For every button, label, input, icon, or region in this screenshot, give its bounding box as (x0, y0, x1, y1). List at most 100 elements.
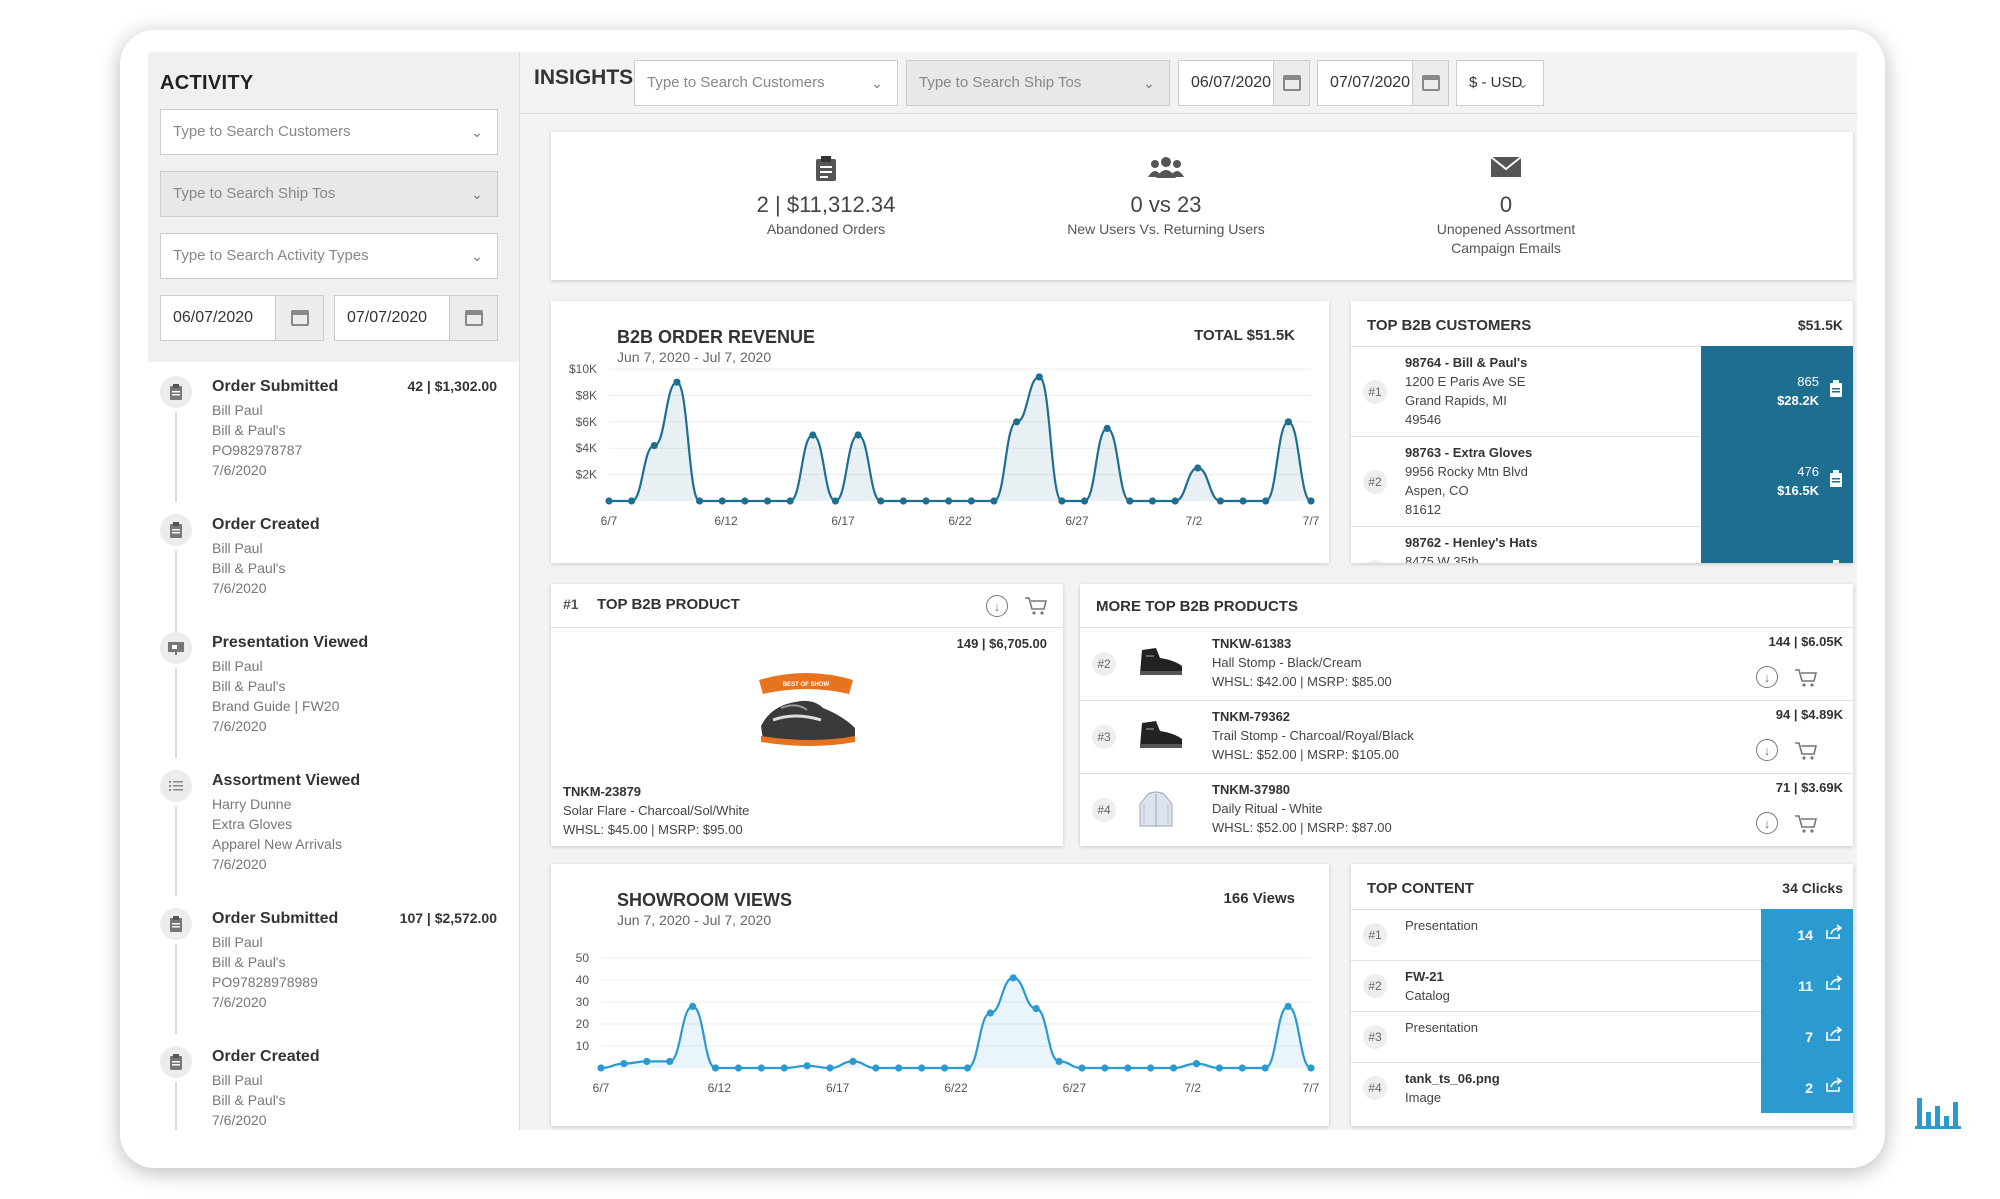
data-point[interactable] (689, 1002, 697, 1010)
data-point[interactable] (1261, 1064, 1269, 1072)
download-icon[interactable]: ↓ (1756, 666, 1778, 688)
data-point[interactable] (945, 497, 953, 505)
cart-icon[interactable] (1794, 814, 1818, 839)
customer-row[interactable]: #3 98762 - Henley's Hats 8475 W 35th 80 (1351, 526, 1853, 563)
data-point[interactable] (734, 1064, 743, 1072)
data-point[interactable] (1055, 1057, 1063, 1065)
activity-item[interactable]: Presentation Viewed Bill Paul Bill & Paul'… (160, 628, 507, 766)
cart-icon[interactable] (1794, 668, 1818, 693)
data-point[interactable] (826, 1064, 834, 1072)
data-point[interactable] (1080, 497, 1089, 505)
activity-shipto-search[interactable]: Type to Search Ship Tos ⌄ (160, 171, 498, 217)
activity-item[interactable]: Order Created Bill Paul Bill & Paul's 7/6/2… (160, 510, 507, 640)
data-point[interactable] (967, 497, 975, 505)
insights-date-from[interactable]: 06/07/2020 (1178, 60, 1310, 106)
customer-row[interactable]: #1 98764 - Bill & Paul's 1200 E Paris Ave … (1351, 346, 1853, 436)
insights-customer-search[interactable]: Type to Search Customers ⌄ (634, 60, 898, 106)
data-point[interactable] (628, 497, 636, 505)
data-point[interactable] (877, 497, 885, 505)
data-point[interactable] (1307, 497, 1315, 505)
data-point[interactable] (741, 497, 749, 505)
cart-icon[interactable] (1794, 741, 1818, 766)
data-point[interactable] (1078, 1064, 1086, 1072)
data-point[interactable] (1032, 1005, 1040, 1013)
product-row[interactable]: #4 TNKM-37980 Daily Ritual - White WHSL: $5… (1080, 773, 1853, 846)
download-icon[interactable]: ↓ (986, 595, 1008, 617)
data-point[interactable] (918, 1064, 926, 1072)
data-point[interactable] (1215, 1064, 1223, 1072)
data-point[interactable] (1101, 1064, 1109, 1072)
data-point[interactable] (650, 441, 658, 450)
activity-item[interactable]: Order Submitted 107 | $2,572.00 Bill Paul B… (160, 904, 507, 1042)
data-point[interactable] (831, 497, 840, 505)
data-point[interactable] (1262, 497, 1270, 505)
data-point[interactable] (711, 1064, 720, 1072)
data-point[interactable] (1238, 1064, 1246, 1072)
data-point[interactable] (1013, 418, 1021, 426)
data-point[interactable] (849, 1057, 857, 1065)
activity-item[interactable]: Order Created Bill Paul Bill & Paul's 7/6/2… (160, 1042, 507, 1130)
data-point[interactable] (895, 1064, 903, 1072)
download-icon[interactable]: ↓ (1756, 812, 1778, 834)
data-point[interactable] (1239, 497, 1247, 505)
cart-icon[interactable] (1024, 596, 1048, 621)
data-point[interactable] (666, 1057, 674, 1065)
content-row[interactable]: #1 Presentation 14 (1351, 909, 1853, 960)
data-point[interactable] (1284, 1002, 1292, 1010)
activity-date-from[interactable]: 06/07/2020 (160, 295, 324, 341)
activity-date-to[interactable]: 07/07/2020 (334, 295, 498, 341)
share-icon[interactable] (1825, 924, 1843, 945)
activity-item[interactable]: Order Submitted 42 | $1,302.00 Bill Paul Bi… (160, 372, 507, 510)
data-point[interactable] (786, 497, 794, 505)
calendar-icon[interactable] (275, 296, 323, 340)
calendar-icon[interactable] (1412, 61, 1448, 105)
data-point[interactable] (1216, 497, 1225, 505)
data-point[interactable] (1035, 373, 1043, 381)
activity-item[interactable]: Assortment Viewed Harry Dunne Extra Gloves… (160, 766, 507, 904)
data-point[interactable] (1284, 418, 1292, 426)
insights-shipto-search[interactable]: Type to Search Ship Tos ⌄ (906, 60, 1170, 106)
activity-customer-search[interactable]: Type to Search Customers ⌄ (160, 109, 498, 155)
product-row[interactable]: #3 TNKM-79362 Trail Stomp - Charcoal/Royal… (1080, 700, 1853, 773)
data-point[interactable] (1147, 1064, 1155, 1072)
data-point[interactable] (803, 1062, 811, 1070)
insights-date-to[interactable]: 07/07/2020 (1317, 60, 1449, 106)
calendar-icon[interactable] (449, 296, 497, 340)
content-row[interactable]: #3 Presentation 7 (1351, 1011, 1853, 1062)
data-point[interactable] (1192, 1060, 1201, 1068)
data-point[interactable] (899, 497, 907, 505)
data-point[interactable] (990, 497, 998, 505)
data-point[interactable] (1058, 497, 1066, 505)
data-point[interactable] (1194, 464, 1202, 472)
calendar-icon[interactable] (1273, 61, 1309, 105)
data-point[interactable] (986, 1009, 994, 1017)
clipboard-icon[interactable] (1829, 379, 1843, 403)
data-point[interactable] (1148, 497, 1157, 505)
data-point[interactable] (1126, 497, 1134, 505)
data-point[interactable] (757, 1064, 765, 1072)
currency-select[interactable]: $ - USD ⌄ (1456, 60, 1544, 106)
data-point[interactable] (1103, 424, 1111, 432)
data-point[interactable] (763, 497, 772, 505)
data-point[interactable] (695, 497, 704, 505)
data-point[interactable] (620, 1060, 628, 1068)
data-point[interactable] (922, 497, 930, 505)
data-point[interactable] (1171, 497, 1179, 505)
share-icon[interactable] (1825, 1026, 1843, 1047)
clipboard-icon[interactable] (1829, 559, 1843, 563)
data-point[interactable] (872, 1064, 880, 1072)
content-row[interactable]: #4 tank_ts_06.png Image 2 (1351, 1062, 1853, 1113)
data-point[interactable] (1124, 1064, 1132, 1072)
data-point[interactable] (809, 431, 817, 439)
data-point[interactable] (718, 497, 726, 505)
data-point[interactable] (963, 1064, 972, 1072)
customer-row[interactable]: #2 98763 - Extra Gloves 9956 Rocky Mtn Blv… (1351, 436, 1853, 526)
data-point[interactable] (673, 378, 681, 386)
content-row[interactable]: #2 FW-21 Catalog 11 (1351, 960, 1853, 1011)
data-point[interactable] (1169, 1064, 1178, 1072)
data-point[interactable] (780, 1064, 788, 1072)
data-point[interactable] (605, 497, 613, 505)
data-point[interactable] (597, 1064, 605, 1072)
clipboard-icon[interactable] (1829, 469, 1843, 493)
download-icon[interactable]: ↓ (1756, 739, 1778, 761)
